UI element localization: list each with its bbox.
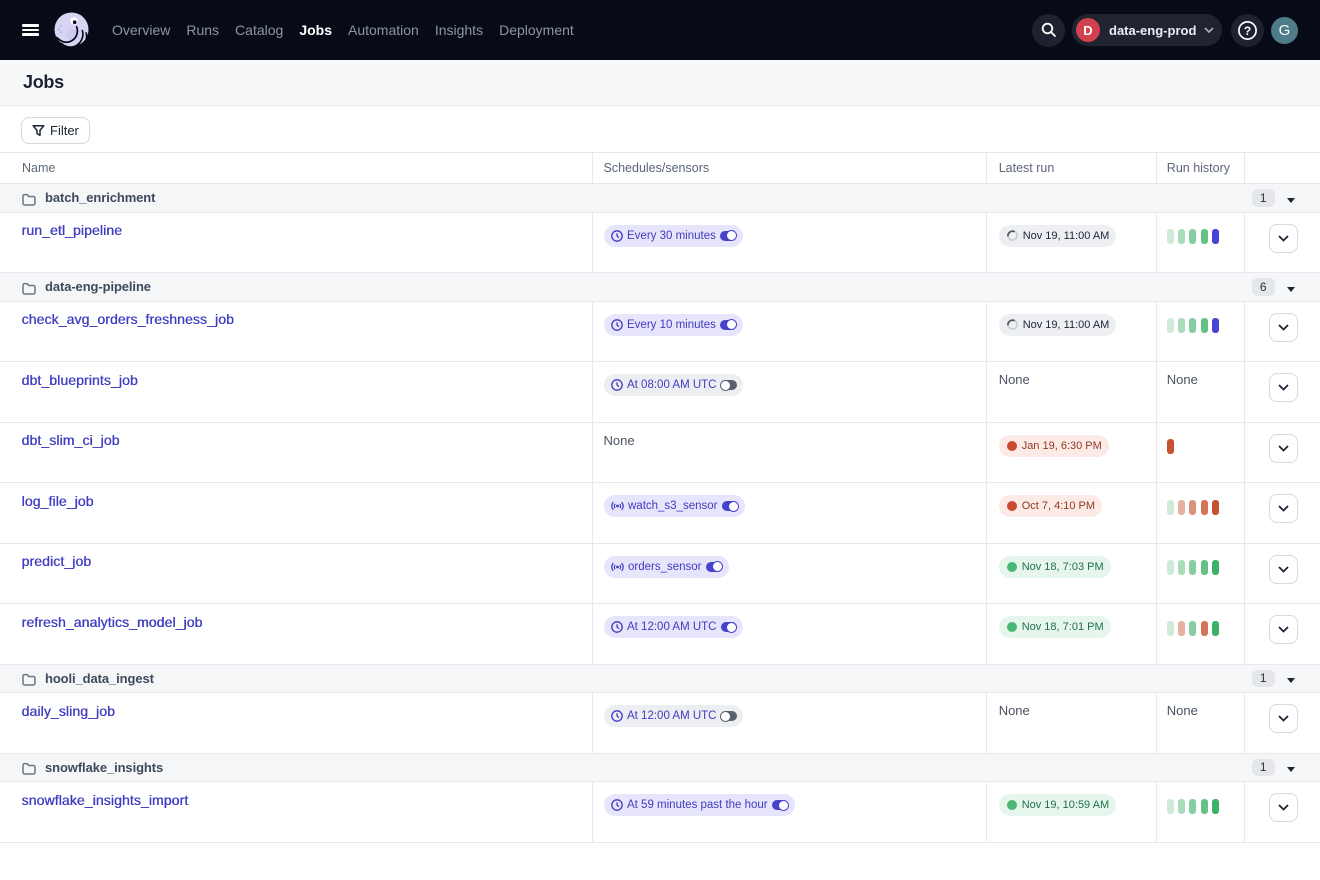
svg-text:?: ? [1244, 23, 1251, 37]
